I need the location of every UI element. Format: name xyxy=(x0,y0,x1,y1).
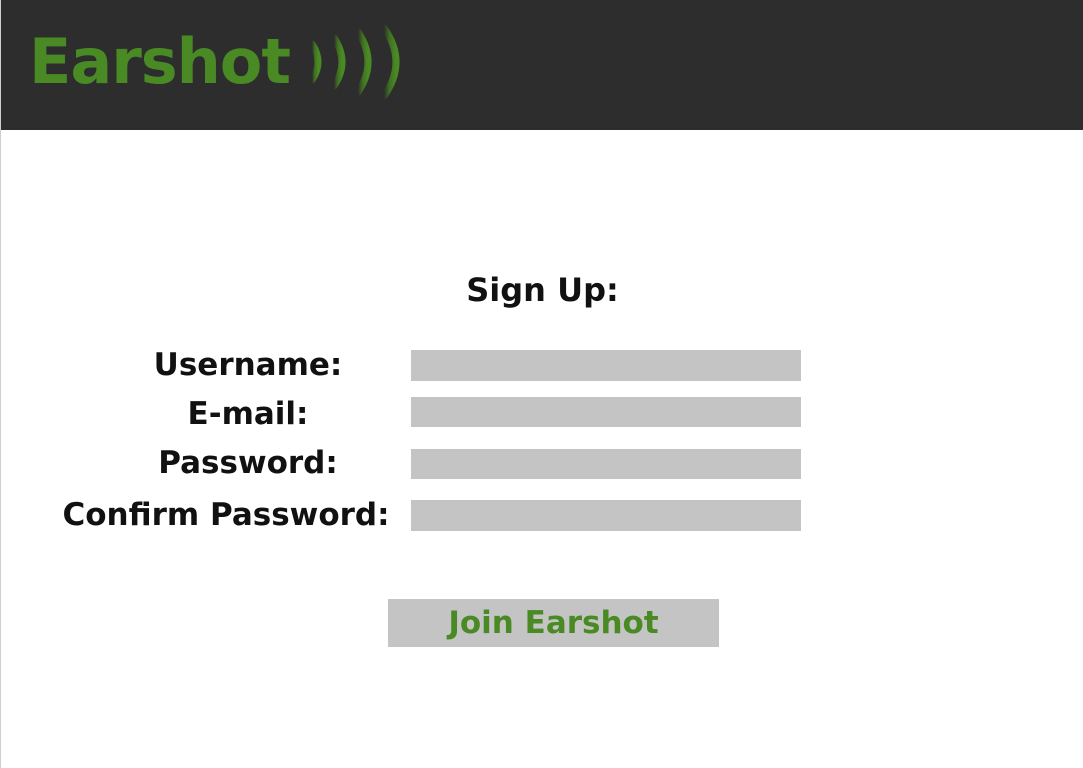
header-bar: Earshot xyxy=(1,0,1083,130)
join-earshot-button[interactable]: Join Earshot xyxy=(388,599,719,647)
confirm-password-field[interactable] xyxy=(411,500,801,531)
signup-title: Sign Up: xyxy=(466,271,619,309)
signup-page: Earshot Sign Up: Username: E-mail: Passw… xyxy=(0,0,1083,768)
earshot-logo[interactable]: Earshot xyxy=(29,22,416,102)
email-label: E-mail: xyxy=(187,396,309,432)
sound-waves-icon xyxy=(308,24,400,100)
password-label: Password: xyxy=(158,445,338,481)
logo-wordmark: Earshot xyxy=(29,25,291,98)
username-label: Username: xyxy=(153,347,343,383)
confirm-password-label: Confirm Password: xyxy=(62,497,390,533)
password-field[interactable] xyxy=(411,449,801,479)
username-field[interactable] xyxy=(411,350,801,381)
email-field[interactable] xyxy=(411,397,801,427)
